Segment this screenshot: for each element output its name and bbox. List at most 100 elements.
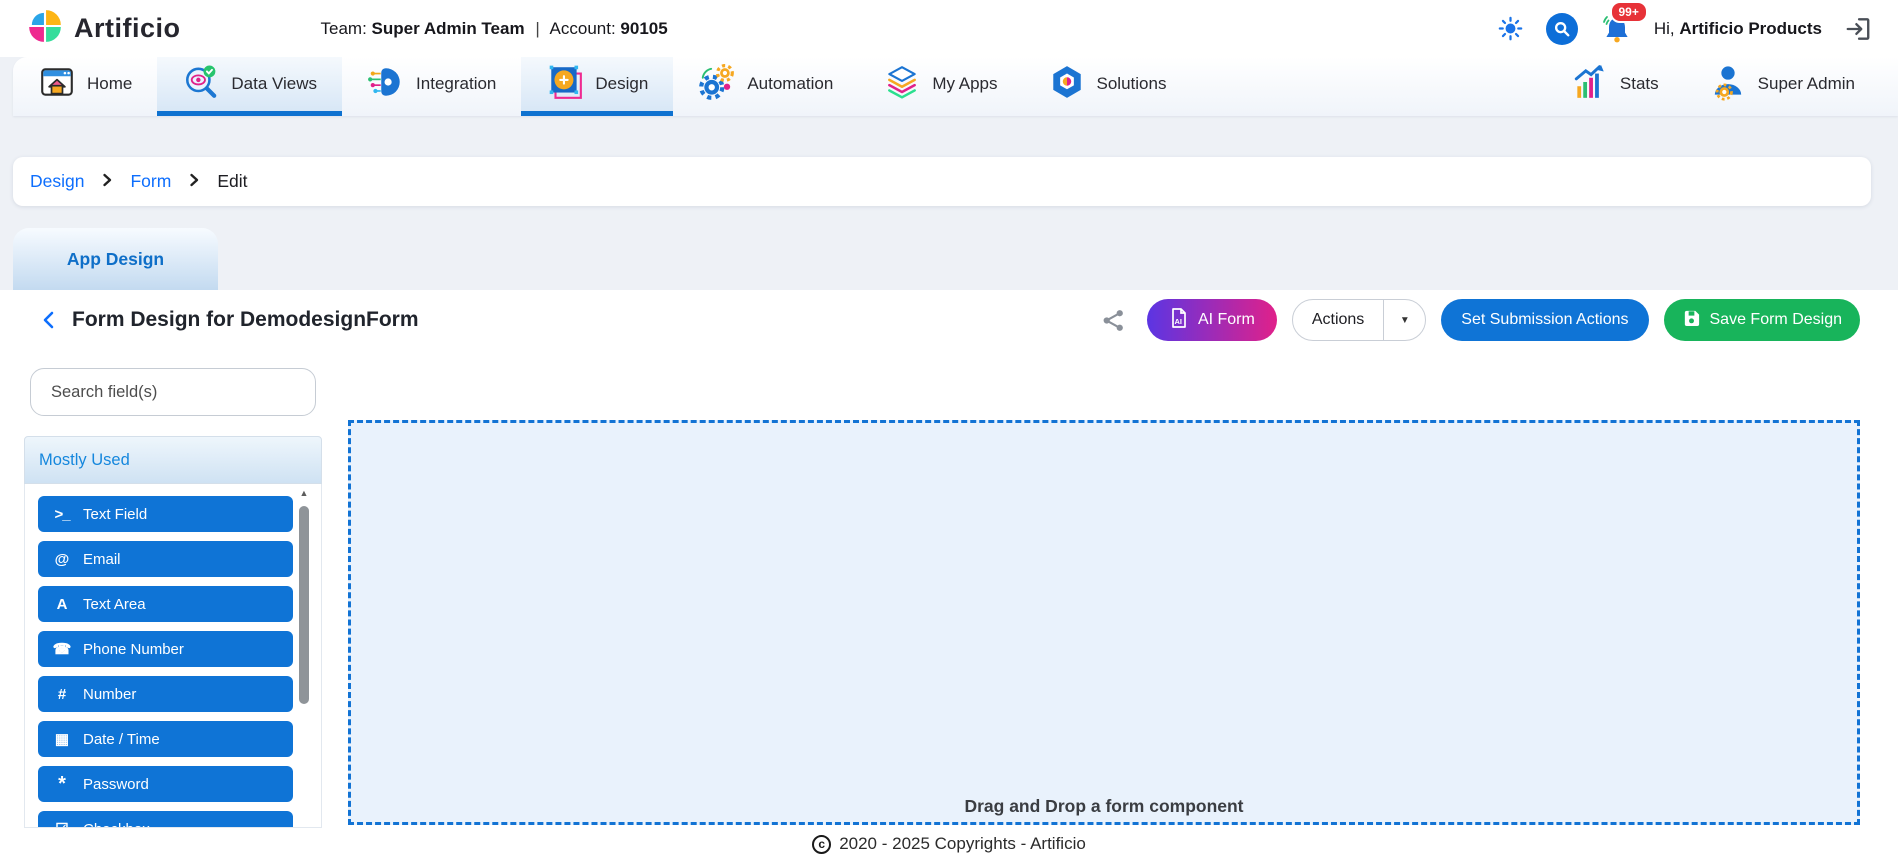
field-label: Number bbox=[83, 686, 136, 703]
nav-label: Automation bbox=[747, 74, 833, 94]
at-sign-icon: @ bbox=[51, 551, 73, 568]
team-label: Team: bbox=[321, 19, 367, 38]
actions-split-button[interactable]: Actions ▼ bbox=[1292, 299, 1426, 341]
field-label: Phone Number bbox=[83, 641, 184, 658]
field-label: Date / Time bbox=[83, 731, 160, 748]
breadcrumb-form[interactable]: Form bbox=[130, 171, 171, 192]
mostly-used-section-header[interactable]: Mostly Used bbox=[24, 436, 322, 484]
field-password[interactable]: * Password bbox=[38, 766, 293, 802]
hash-icon: # bbox=[51, 686, 73, 703]
nav-item-my-apps[interactable]: My Apps bbox=[858, 57, 1022, 116]
nav-item-design[interactable]: Design bbox=[521, 57, 673, 116]
theme-toggle-sun-icon[interactable] bbox=[1497, 15, 1524, 42]
save-form-design-label: Save Form Design bbox=[1710, 311, 1843, 329]
my-apps-icon bbox=[883, 63, 921, 106]
phone-icon: ☎ bbox=[51, 640, 73, 658]
mostly-used-label: Mostly Used bbox=[39, 451, 130, 470]
search-icon[interactable] bbox=[1546, 13, 1578, 45]
page-title: Form Design for DemodesignForm bbox=[72, 308, 419, 332]
search-fields-input[interactable] bbox=[30, 368, 316, 416]
field-label: Email bbox=[83, 551, 121, 568]
data-views-icon bbox=[182, 63, 220, 106]
team-name: Super Admin Team bbox=[372, 19, 525, 38]
nav-label: Stats bbox=[1620, 74, 1659, 94]
field-label: Checkbox bbox=[83, 821, 150, 829]
field-label: Text Area bbox=[83, 596, 146, 613]
ai-document-icon: AI bbox=[1169, 307, 1189, 334]
field-email[interactable]: @ Email bbox=[38, 541, 293, 577]
save-form-design-button[interactable]: Save Form Design bbox=[1664, 299, 1861, 341]
brand-name: Artificio bbox=[74, 13, 181, 44]
nav-item-super-admin[interactable]: Super Admin bbox=[1684, 57, 1880, 116]
page-footer: c 2020 - 2025 Copyrights - Artificio bbox=[0, 828, 1898, 860]
artificio-logo-icon bbox=[26, 7, 64, 50]
nav-item-integration[interactable]: Integration bbox=[342, 57, 521, 116]
field-palette-list: >_ Text Field @ Email A Text Area ☎ Phon… bbox=[24, 484, 322, 828]
set-submission-actions-button[interactable]: Set Submission Actions bbox=[1441, 299, 1648, 341]
caret-down-icon[interactable]: ▼ bbox=[1383, 300, 1425, 340]
account-number: 90105 bbox=[620, 19, 667, 38]
dropzone-placeholder: Drag and Drop a form component bbox=[351, 796, 1857, 817]
checkbox-icon: ☑ bbox=[51, 820, 73, 828]
account-label: Account: bbox=[550, 19, 616, 38]
copyright-icon: c bbox=[812, 835, 831, 854]
field-checkbox[interactable]: ☑ Checkbox bbox=[38, 811, 293, 828]
nav-label: Super Admin bbox=[1758, 74, 1855, 94]
scroll-up-arrow-icon[interactable]: ▲ bbox=[298, 486, 310, 500]
brand[interactable]: Artificio bbox=[26, 7, 181, 50]
main-navbar: Home Data Views bbox=[13, 57, 1898, 116]
breadcrumb-design[interactable]: Design bbox=[30, 171, 84, 192]
calendar-icon: ▦ bbox=[51, 730, 73, 748]
separator: | bbox=[535, 19, 539, 38]
letter-a-icon: A bbox=[51, 596, 73, 613]
nav-item-stats[interactable]: Stats bbox=[1546, 57, 1684, 116]
field-label: Text Field bbox=[83, 506, 147, 523]
breadcrumb-edit: Edit bbox=[217, 171, 247, 192]
home-icon bbox=[38, 63, 76, 106]
user-greeting: Hi, Artificio Products bbox=[1654, 19, 1822, 39]
chevron-right-icon bbox=[101, 171, 113, 192]
nav-label: Integration bbox=[416, 74, 496, 94]
greeting-prefix: Hi, bbox=[1654, 19, 1675, 38]
logout-icon[interactable] bbox=[1844, 15, 1872, 43]
field-phone-number[interactable]: ☎ Phone Number bbox=[38, 631, 293, 667]
set-submission-actions-label: Set Submission Actions bbox=[1461, 311, 1628, 329]
nav-item-home[interactable]: Home bbox=[13, 57, 157, 116]
design-icon bbox=[546, 63, 584, 106]
automation-icon bbox=[698, 63, 736, 106]
chevron-right-icon bbox=[188, 171, 200, 192]
back-chevron-icon[interactable] bbox=[40, 310, 58, 330]
ai-form-label: AI Form bbox=[1198, 311, 1255, 329]
solutions-icon bbox=[1048, 63, 1086, 106]
svg-text:AI: AI bbox=[1174, 317, 1182, 326]
ai-form-button[interactable]: AI AI Form bbox=[1147, 299, 1277, 341]
nav-item-automation[interactable]: Automation bbox=[673, 57, 858, 116]
stats-icon bbox=[1571, 63, 1609, 106]
notifications-bell-icon[interactable]: 99+ bbox=[1600, 13, 1632, 45]
nav-item-data-views[interactable]: Data Views bbox=[157, 57, 342, 116]
scrollbar-thumb[interactable] bbox=[299, 506, 309, 704]
field-text-field[interactable]: >_ Text Field bbox=[38, 496, 293, 532]
nav-label: Design bbox=[595, 74, 648, 94]
nav-item-solutions[interactable]: Solutions bbox=[1023, 57, 1192, 116]
share-icon[interactable] bbox=[1101, 308, 1126, 333]
field-number[interactable]: # Number bbox=[38, 676, 293, 712]
form-design-toolbar: Form Design for DemodesignForm AI AI For… bbox=[40, 298, 1860, 342]
tab-app-design-label: App Design bbox=[67, 249, 164, 270]
notification-count-badge: 99+ bbox=[1610, 1, 1648, 23]
main-content: Form Design for DemodesignForm AI AI For… bbox=[0, 290, 1898, 860]
super-admin-icon bbox=[1709, 63, 1747, 106]
copyright-text: 2020 - 2025 Copyrights - Artificio bbox=[839, 834, 1086, 854]
asterisk-icon: * bbox=[51, 779, 73, 789]
palette-scrollbar[interactable]: ▲ bbox=[298, 486, 310, 824]
actions-label[interactable]: Actions bbox=[1293, 300, 1383, 340]
nav-label: Data Views bbox=[231, 74, 317, 94]
field-text-area[interactable]: A Text Area bbox=[38, 586, 293, 622]
form-canvas-dropzone[interactable]: Drag and Drop a form component bbox=[348, 420, 1860, 825]
field-date-time[interactable]: ▦ Date / Time bbox=[38, 721, 293, 757]
nav-label: Solutions bbox=[1097, 74, 1167, 94]
breadcrumb: Design Form Edit bbox=[13, 157, 1871, 206]
nav-label: Home bbox=[87, 74, 132, 94]
tab-app-design[interactable]: App Design bbox=[13, 228, 218, 290]
nav-label: My Apps bbox=[932, 74, 997, 94]
